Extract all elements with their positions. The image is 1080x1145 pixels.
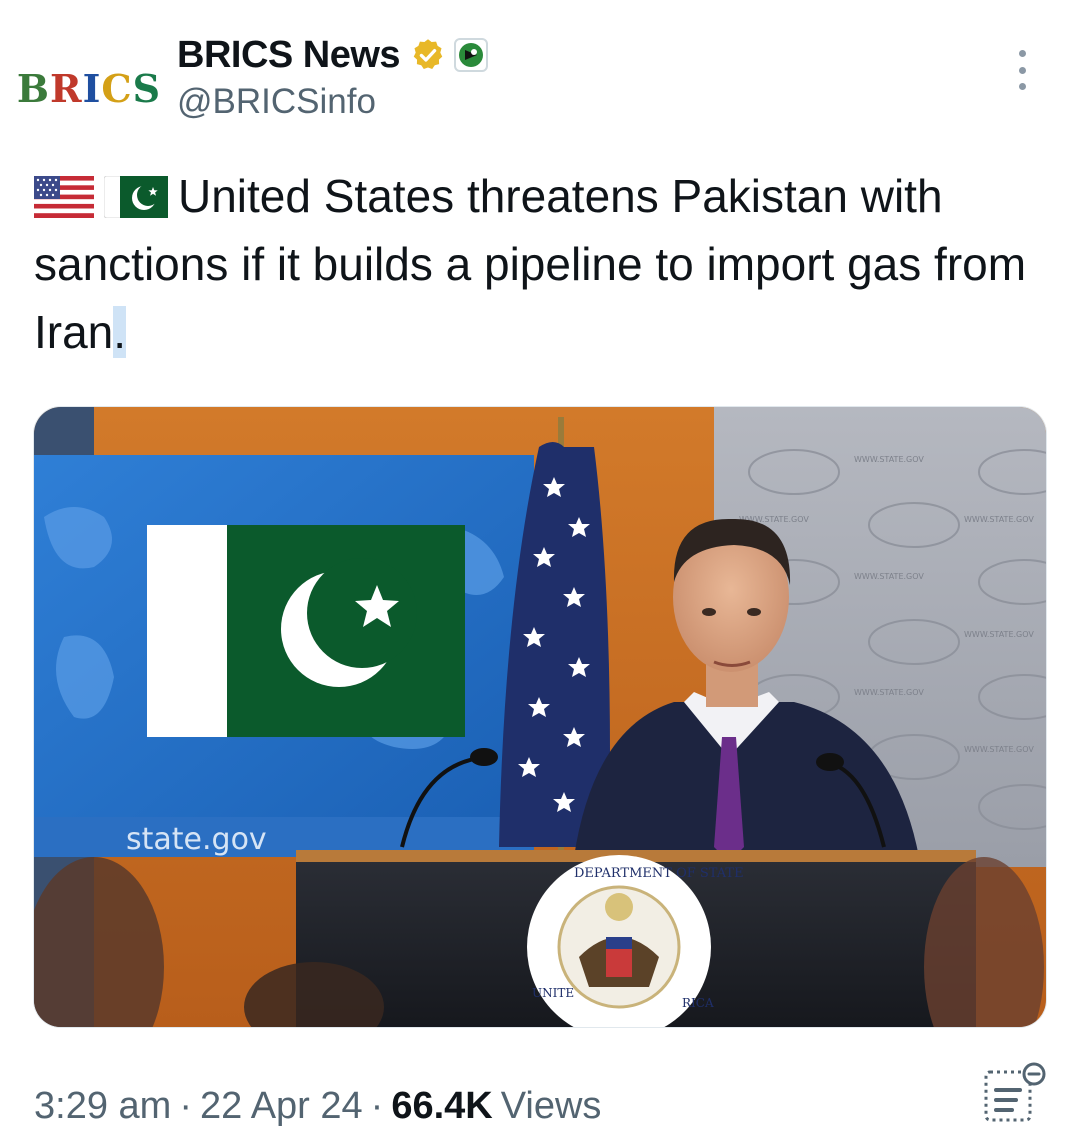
tweet-text-end: . — [113, 306, 127, 358]
tweet-date[interactable]: 22 Apr 24 — [200, 1085, 363, 1128]
affiliate-badge-icon[interactable] — [454, 38, 489, 72]
display-name[interactable]: BRICS News — [177, 34, 401, 77]
separator: · — [179, 1085, 192, 1127]
screen-text: state.gov — [126, 822, 267, 857]
tweet-meta: 3:29 am · 22 Apr 24 · 66.4K Views — [34, 1085, 601, 1128]
seal-text: RICA — [682, 996, 714, 1010]
author-name-row: BRICS News — [177, 30, 489, 80]
verified-badge-icon[interactable] — [410, 37, 446, 73]
backdrop-text: WWW.STATE.GOV — [964, 630, 1034, 639]
handle[interactable]: @BRICSinfo — [177, 82, 376, 122]
backdrop-text: WWW.STATE.GOV — [964, 745, 1034, 754]
press-briefing-photo: WWW.STATE.GOV WWW.STATE.GOV WWW.STATE.GO… — [34, 407, 1046, 1027]
backdrop-text: WWW.STATE.GOV — [854, 688, 924, 697]
separator: · — [370, 1085, 384, 1127]
pakistan-flag-graphic — [147, 525, 465, 737]
seal-text: DEPARTMENT OF STATE — [574, 866, 744, 881]
tweet-time[interactable]: 3:29 am — [34, 1085, 171, 1128]
tweet-text: United States threatens Pakistan with sa… — [34, 162, 1044, 366]
views-label: Views — [500, 1085, 602, 1127]
backdrop-text: WWW.STATE.GOV — [964, 515, 1034, 524]
backdrop-text: WWW.STATE.GOV — [854, 572, 924, 581]
seal-text: UNITE — [532, 986, 574, 1000]
more-options-icon[interactable] — [1010, 50, 1034, 90]
avatar-logo: BRICS — [16, 65, 162, 111]
avatar[interactable]: BRICS — [17, 58, 160, 118]
pakistan-flag-icon — [104, 176, 168, 218]
views-count: 66.4K — [391, 1085, 493, 1127]
tweet-header: BRICS BRICS News @BRICSinfo — [0, 0, 1080, 140]
tweet-media-image[interactable]: WWW.STATE.GOV WWW.STATE.GOV WWW.STATE.GO… — [33, 406, 1047, 1028]
analytics-icon[interactable] — [980, 1060, 1048, 1128]
tweet-body: United States threatens Pakistan with sa… — [34, 170, 1027, 358]
backdrop-text: WWW.STATE.GOV — [854, 455, 924, 464]
us-flag-icon — [34, 176, 94, 218]
